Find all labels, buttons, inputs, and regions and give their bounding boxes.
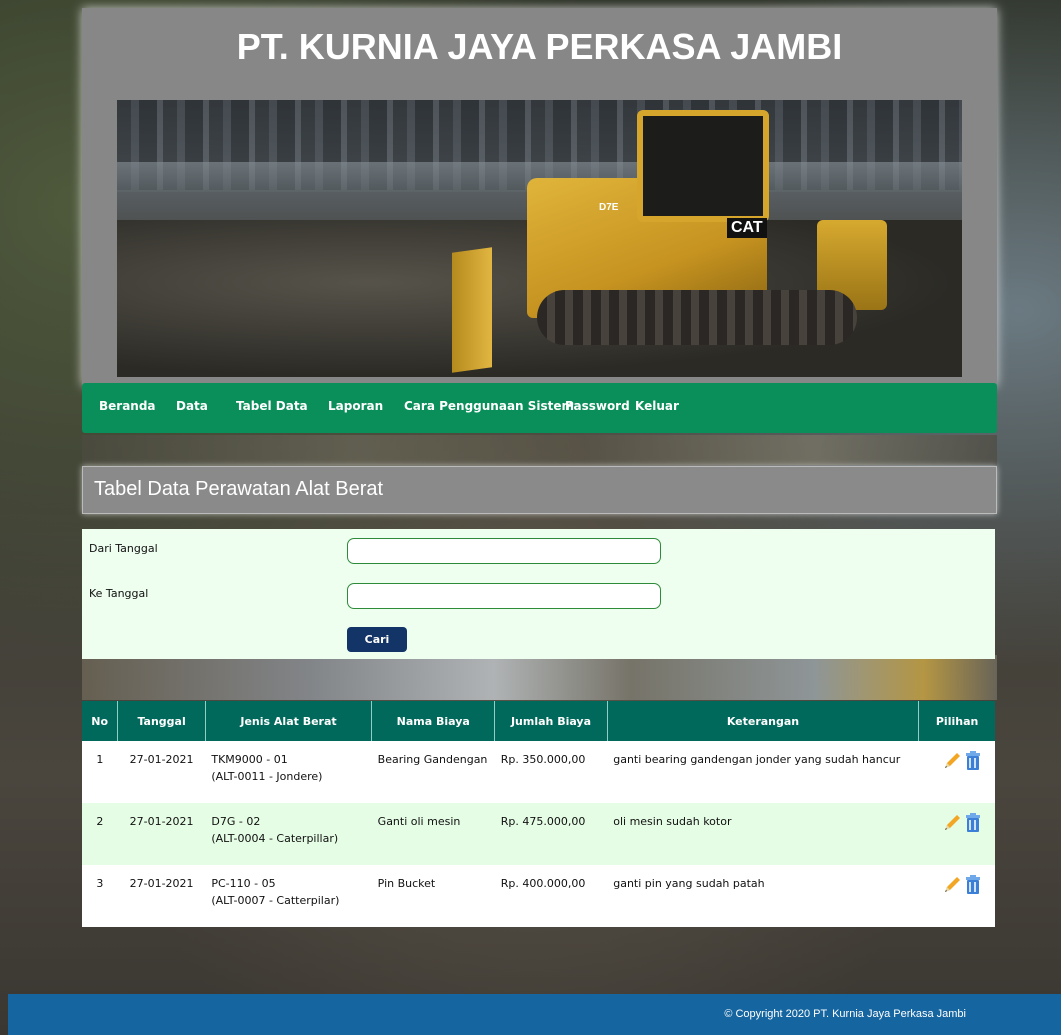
nav-item-laporan[interactable]: Laporan bbox=[328, 399, 383, 413]
to-date-label: Ke Tanggal bbox=[89, 587, 149, 600]
cell-jumlah-biaya: Rp. 350.000,00 bbox=[494, 741, 608, 803]
column-header-pilihan: Pilihan bbox=[918, 701, 995, 741]
cell-tanggal: 27-01-2021 bbox=[117, 803, 206, 865]
table-row: 2 27-01-2021 D7G - 02 (ALT-0004 - Caterp… bbox=[82, 803, 995, 865]
cell-no: 2 bbox=[82, 803, 118, 865]
cell-tanggal: 27-01-2021 bbox=[117, 741, 206, 803]
search-button[interactable]: Cari bbox=[347, 627, 407, 652]
alat-detail: (ALT-0007 - Catterpilar) bbox=[211, 894, 340, 907]
cell-no: 1 bbox=[82, 741, 118, 803]
copyright-text: © Copyright 2020 PT. Kurnia Jaya Perkasa… bbox=[724, 1008, 966, 1020]
column-header-no: No bbox=[82, 701, 119, 741]
to-date-input[interactable] bbox=[347, 583, 661, 609]
trash-icon[interactable] bbox=[965, 751, 981, 774]
alat-code: PC-110 - 05 bbox=[211, 877, 276, 890]
cell-pilihan bbox=[918, 865, 995, 927]
cell-tanggal: 27-01-2021 bbox=[117, 865, 206, 927]
site-header: PT. KURNIA JAYA PERKASA JAMBI D7E CAT bbox=[82, 8, 997, 386]
nav-item-password[interactable]: Password bbox=[565, 399, 630, 413]
nav-item-data[interactable]: Data bbox=[176, 399, 208, 413]
table-row: 1 27-01-2021 TKM9000 - 01 (ALT-0011 - Jo… bbox=[82, 741, 995, 803]
nav-item-keluar[interactable]: Keluar bbox=[635, 399, 679, 413]
bulldozer-track bbox=[537, 290, 857, 345]
nav-item-cara-penggunaan[interactable]: Cara Penggunaan Sistem bbox=[404, 399, 574, 413]
nav-item-beranda[interactable]: Beranda bbox=[99, 399, 156, 413]
cell-keterangan: oli mesin sudah kotor bbox=[607, 803, 919, 865]
column-header-keterangan: Keterangan bbox=[607, 701, 920, 741]
bulldozer-model-label: D7E bbox=[599, 202, 619, 213]
site-footer: © Copyright 2020 PT. Kurnia Jaya Perkasa… bbox=[8, 994, 1061, 1035]
column-header-jumlah-biaya: Jumlah Biaya bbox=[494, 701, 608, 741]
column-header-tanggal: Tanggal bbox=[117, 701, 206, 741]
column-header-nama-biaya: Nama Biaya bbox=[371, 701, 496, 741]
cell-pilihan bbox=[918, 741, 995, 803]
cell-nama-biaya: Bearing Gandengan bbox=[371, 741, 495, 803]
bulldozer-blade bbox=[452, 247, 492, 373]
cell-nama-biaya: Ganti oli mesin bbox=[371, 803, 495, 865]
cell-keterangan: ganti pin yang sudah patah bbox=[607, 865, 919, 927]
column-header-jenis-alat: Jenis Alat Berat bbox=[205, 701, 373, 741]
cell-jenis-alat: PC-110 - 05 (ALT-0007 - Catterpilar) bbox=[205, 865, 372, 927]
from-date-label: Dari Tanggal bbox=[89, 542, 158, 555]
pencil-icon[interactable] bbox=[942, 751, 962, 774]
alat-detail: (ALT-0011 - Jondere) bbox=[211, 770, 323, 783]
cell-jumlah-biaya: Rp. 475.000,00 bbox=[494, 803, 608, 865]
cell-jumlah-biaya: Rp. 400.000,00 bbox=[494, 865, 608, 927]
page-title: Tabel Data Perawatan Alat Berat bbox=[94, 478, 384, 500]
trash-icon[interactable] bbox=[965, 813, 981, 836]
from-date-input[interactable] bbox=[347, 538, 661, 564]
background-photo-strip bbox=[82, 655, 997, 700]
alat-code: D7G - 02 bbox=[211, 815, 261, 828]
date-filter-form: Dari Tanggal Ke Tanggal Cari bbox=[82, 529, 995, 659]
cell-pilihan bbox=[918, 803, 995, 865]
nav-item-tabel-data[interactable]: Tabel Data bbox=[236, 399, 308, 413]
cell-nama-biaya: Pin Bucket bbox=[371, 865, 495, 927]
pencil-icon[interactable] bbox=[942, 875, 962, 898]
page-title-bar: Tabel Data Perawatan Alat Berat bbox=[82, 466, 997, 514]
cell-jenis-alat: TKM9000 - 01 (ALT-0011 - Jondere) bbox=[205, 741, 372, 803]
cell-keterangan: ganti bearing gandengan jonder yang suda… bbox=[607, 741, 919, 803]
cat-logo: CAT bbox=[727, 218, 767, 238]
maintenance-table: No Tanggal Jenis Alat Berat Nama Biaya J… bbox=[82, 701, 995, 927]
main-navbar: Beranda Data Tabel Data Laporan Cara Pen… bbox=[82, 383, 997, 433]
cell-jenis-alat: D7G - 02 (ALT-0004 - Caterpillar) bbox=[205, 803, 372, 865]
trash-icon[interactable] bbox=[965, 875, 981, 898]
background-photo-strip bbox=[82, 435, 997, 465]
alat-code: TKM9000 - 01 bbox=[211, 753, 288, 766]
bulldozer-cab bbox=[637, 110, 769, 222]
pencil-icon[interactable] bbox=[942, 813, 962, 836]
alat-detail: (ALT-0004 - Caterpillar) bbox=[211, 832, 339, 845]
table-header-row: No Tanggal Jenis Alat Berat Nama Biaya J… bbox=[82, 701, 995, 741]
site-title: PT. KURNIA JAYA PERKASA JAMBI bbox=[236, 26, 843, 67]
cell-no: 3 bbox=[82, 865, 118, 927]
banner-image: D7E CAT bbox=[117, 100, 962, 377]
table-row: 3 27-01-2021 PC-110 - 05 (ALT-0007 - Cat… bbox=[82, 865, 995, 927]
